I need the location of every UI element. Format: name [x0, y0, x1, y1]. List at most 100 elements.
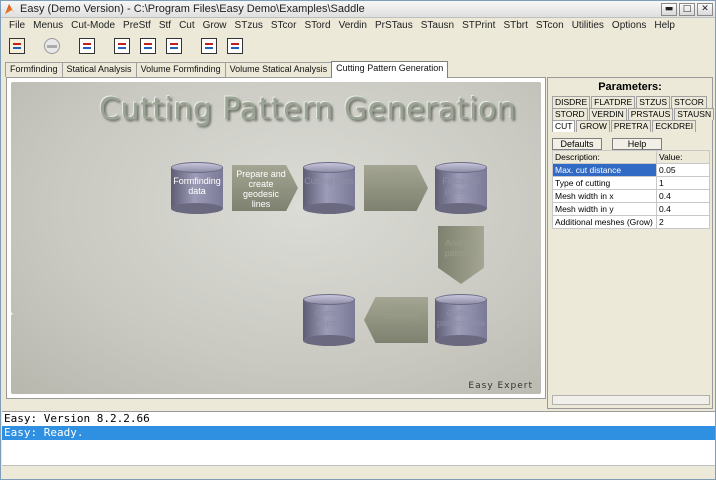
grid-header-value: Value: [656, 150, 710, 164]
ptab-prstaus[interactable]: PRSTAUS [627, 108, 674, 120]
menu-menus[interactable]: Menus [29, 20, 67, 31]
param-value[interactable]: 0.4 [656, 189, 710, 203]
step-label: Cut pattern [369, 169, 415, 179]
menu-cut-mode[interactable]: Cut-Mode [67, 20, 119, 31]
step-label: Formfinding data [173, 176, 221, 196]
table-row[interactable]: Mesh width in x 0.4 [552, 189, 710, 203]
close-button[interactable]: ✕ [697, 2, 713, 16]
log-line: Easy: Ready. [2, 426, 715, 440]
toolbar [1, 33, 715, 59]
parameters-grid: Description: Value: Max. cut distance 0.… [552, 150, 710, 229]
menu-cut[interactable]: Cut [175, 20, 199, 31]
menu-stcon[interactable]: STcon [532, 20, 568, 31]
minimize-button[interactable]: ▬ [661, 2, 677, 16]
tab-cutting-pattern-generation[interactable]: Cutting Pattern Generation [331, 61, 449, 78]
grid-header-description: Description: [552, 150, 657, 164]
menu-stprint[interactable]: STPrint [458, 20, 499, 31]
ptab-cut[interactable]: CUT [552, 120, 576, 132]
log-scrollbar[interactable] [2, 465, 715, 479]
ptab-pretra[interactable]: PRETRA [610, 120, 652, 132]
log-output: Easy: Version 8.2.2.66 Easy: Ready. [2, 411, 715, 479]
help-button[interactable]: Help [612, 138, 662, 150]
ptab-stcor[interactable]: STCOR [671, 96, 707, 108]
table-row[interactable]: Mesh width in y 0.4 [552, 202, 710, 216]
create-drawings-step[interactable]: Create drawings [364, 297, 428, 343]
step-label: Cutting export [314, 308, 344, 328]
panel-title: Parameters: [598, 81, 662, 93]
tab-formfinding[interactable]: Formfinding [5, 62, 63, 77]
menu-grow[interactable]: Grow [199, 20, 231, 31]
analyze-patterns-step[interactable]: Analyze patterns [438, 226, 484, 284]
step-label: Cutting lines [304, 176, 354, 186]
title-bar: Easy (Demo Version) - C:\Program Files\E… [1, 1, 715, 18]
app-logo-icon [4, 3, 17, 15]
tab-volume-formfinding[interactable]: Volume Formfinding [135, 62, 226, 77]
param-value[interactable]: 1 [656, 176, 710, 190]
param-description: Type of cutting [552, 176, 657, 190]
menu-prstaus[interactable]: PrSTaus [371, 20, 417, 31]
param-value[interactable]: 2 [656, 215, 710, 229]
module-tabs: Formfinding Statical Analysis Volume For… [5, 61, 449, 78]
menu-stord[interactable]: STord [300, 20, 334, 31]
param-description: Mesh width in x [552, 189, 657, 203]
menu-stbrt[interactable]: STbrt [499, 20, 531, 31]
menu-prestf[interactable]: PreStf [119, 20, 155, 31]
menu-file[interactable]: File [5, 20, 29, 31]
param-description: Max. cut distance [552, 163, 657, 177]
stop-icon[interactable] [42, 36, 62, 56]
param-value[interactable]: 0.05 [656, 163, 710, 177]
ptab-stord[interactable]: STORD [552, 108, 588, 120]
table-row[interactable]: Max. cut distance 0.05 [552, 163, 710, 177]
ptab-eckdrei[interactable]: ECKDREI [652, 120, 697, 132]
menu-stausn[interactable]: STausn [417, 20, 458, 31]
menu-options[interactable]: Options [608, 20, 650, 31]
tab-statical-analysis[interactable]: Statical Analysis [61, 62, 137, 77]
ptab-verdin[interactable]: VERDIN [588, 108, 627, 120]
menu-stzus[interactable]: STzus [231, 20, 267, 31]
triangle-edit-icon[interactable] [138, 36, 158, 56]
step-label: Prepare and create geodesic lines [236, 169, 286, 209]
param-value[interactable]: 0.4 [656, 202, 710, 216]
table-row[interactable]: Additional meshes (Grow) 2 [552, 215, 710, 229]
menu-help[interactable]: Help [650, 20, 679, 31]
cut-pattern-step[interactable]: Cut pattern [364, 165, 428, 211]
tab-volume-statical-analysis[interactable]: Volume Statical Analysis [224, 62, 333, 77]
ptab-stzus[interactable]: STZUS [636, 96, 671, 108]
menu-bar: File Menus Cut-Mode PreStf Stf Cut Grow … [1, 18, 715, 33]
brand-label: Easy Expert [468, 381, 533, 391]
workflow-stage: Cutting Pattern Generation Formfinding d… [11, 82, 541, 394]
cutting-lines-step[interactable]: Cutting lines [303, 162, 355, 214]
calculator-icon[interactable] [77, 36, 97, 56]
panel-buttons: Defaults Help [552, 138, 672, 150]
print-preview-icon[interactable] [225, 36, 245, 56]
prepare-lines-step[interactable]: Prepare and create geodesic lines [232, 165, 298, 211]
menu-verdin[interactable]: Verdin [335, 20, 371, 31]
ptab-stausn[interactable]: STAUSN [674, 108, 715, 120]
defaults-button[interactable]: Defaults [552, 138, 602, 150]
mesh-zoom-icon[interactable] [164, 36, 184, 56]
workflow-title: Cutting Pattern Generation [99, 92, 517, 127]
cutting-pattern-data-step[interactable]: Cutting pattern data [435, 294, 487, 346]
step-label: Create drawings [382, 301, 420, 321]
table-row[interactable]: Type of cutting 1 [552, 176, 710, 190]
menu-utilities[interactable]: Utilities [568, 20, 608, 31]
ptab-disdre[interactable]: DISDRE [552, 96, 591, 108]
ptab-flatdre[interactable]: FLATDRE [591, 96, 636, 108]
parameters-panel: Parameters: DISDRE FLATDRE STZUS STCOR S… [547, 77, 715, 409]
cutting-export-step[interactable]: Cutting export [303, 294, 355, 346]
grid-icon[interactable] [112, 36, 132, 56]
menu-stcor[interactable]: STcor [267, 20, 301, 31]
grid-header-row: Description: Value: [552, 150, 710, 164]
menu-stf[interactable]: Stf [155, 20, 175, 31]
flattened-patterns-step[interactable]: Flattened patterns [435, 162, 487, 214]
formfinding-data-step[interactable]: Formfinding data [171, 162, 223, 214]
plot-icon[interactable] [199, 36, 219, 56]
panel-scrollbar[interactable] [552, 395, 710, 405]
param-description: Additional meshes (Grow) [552, 215, 657, 229]
workflow-canvas: Cutting Pattern Generation Formfinding d… [6, 77, 546, 399]
ptab-grow[interactable]: GROW [576, 120, 610, 132]
new-project-icon[interactable] [7, 36, 27, 56]
app-window: Easy (Demo Version) - C:\Program Files\E… [0, 0, 716, 480]
maximize-button[interactable]: □ [679, 2, 695, 16]
log-line: Easy: Version 8.2.2.66 [4, 412, 150, 425]
